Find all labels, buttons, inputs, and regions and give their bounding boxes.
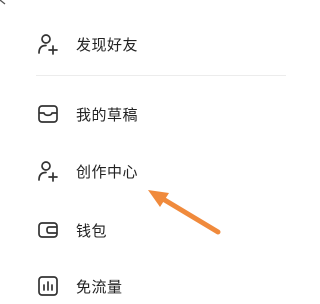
menu-item-data-free[interactable]: 免流量 — [36, 268, 123, 304]
corner-mark-icon — [0, 0, 6, 5]
menu-item-label: 创作中心 — [76, 162, 139, 181]
menu-item-drafts[interactable]: 我的草稿 — [36, 96, 138, 132]
data-free-icon — [36, 274, 60, 298]
menu-item-label: 发现好友 — [76, 35, 139, 54]
side-menu: 发现好友 我的草稿 创作中心 钱包 免流量 — [0, 0, 311, 296]
divider — [36, 75, 286, 76]
draft-tray-icon — [36, 102, 60, 126]
creator-person-icon — [36, 159, 60, 183]
annotation-arrow-icon — [148, 190, 221, 235]
menu-item-wallet[interactable]: 钱包 — [36, 212, 107, 248]
wallet-icon — [36, 218, 60, 242]
menu-item-find-friends[interactable]: 发现好友 — [36, 26, 138, 62]
menu-item-label: 钱包 — [76, 221, 108, 240]
menu-item-creator-center[interactable]: 创作中心 — [36, 153, 138, 189]
menu-item-label: 免流量 — [76, 277, 123, 296]
add-person-icon — [36, 32, 60, 56]
menu-item-label: 我的草稿 — [76, 105, 139, 124]
